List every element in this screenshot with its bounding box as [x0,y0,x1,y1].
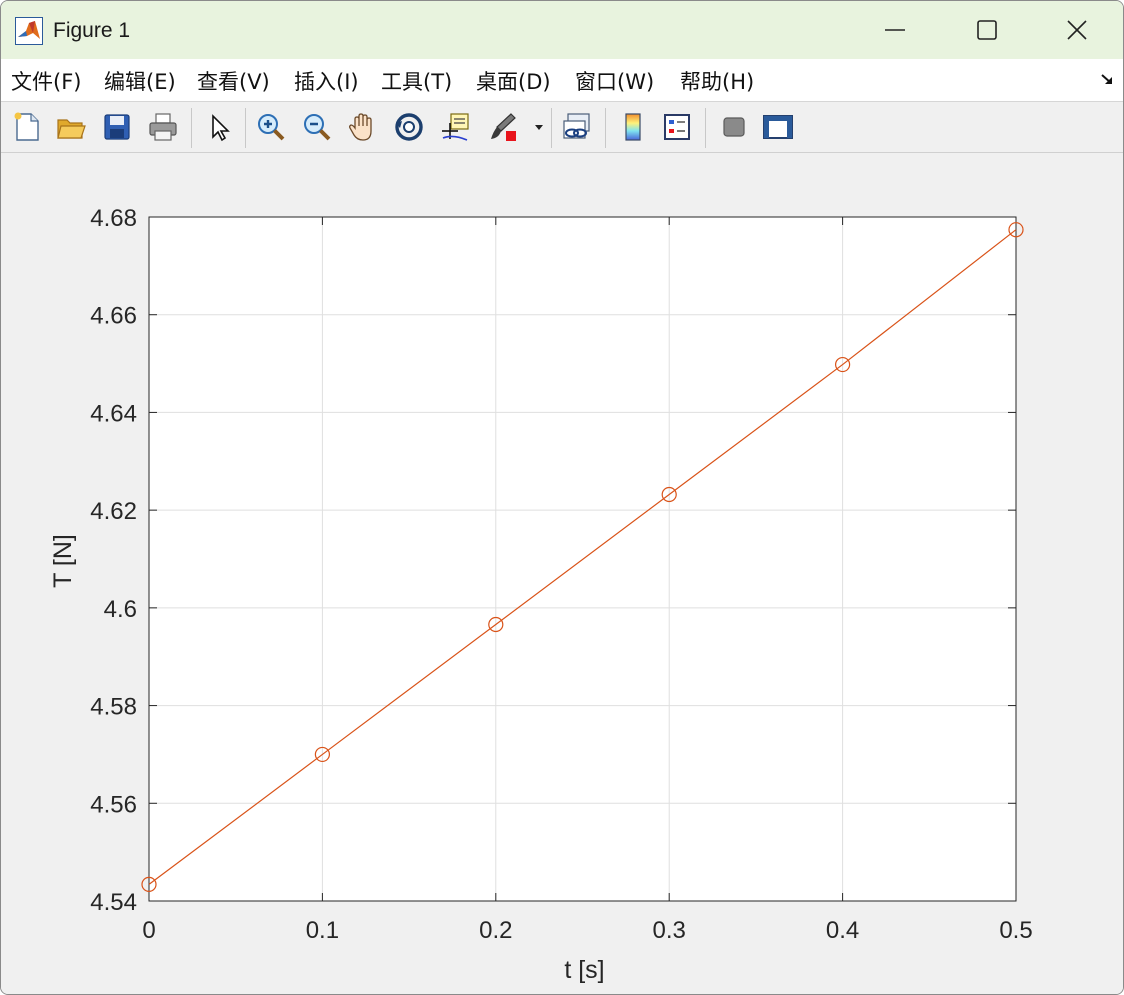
window-title: Figure 1 [53,19,131,42]
zoom-in-icon [258,114,285,141]
menu-desktop[interactable]: 桌面(D) [476,66,551,96]
menu-tools[interactable]: 工具(T) [381,66,452,96]
y-tick-label: 4.56 [90,791,137,818]
x-tick-label: 0 [142,917,155,944]
open-file-button[interactable] [53,109,89,145]
select-button[interactable] [201,109,237,145]
x-axis-label: t [s] [564,956,604,984]
menu-help[interactable]: 帮助(H) [680,66,754,96]
brush-button[interactable] [485,109,521,145]
hide-plot-tools-button[interactable] [715,109,751,145]
maximize-button[interactable] [941,1,1033,59]
y-tick-label: 4.62 [90,498,137,525]
figure-canvas: 0 0.1 0.2 0.3 0.4 0.5 4.54 4.56 4.58 4.6 4.62 4.64 4… [1,153,1123,994]
minimize-button[interactable] [849,1,941,59]
show-plot-tools-button[interactable] [759,109,795,145]
pan-hand-icon [349,113,372,141]
x-tick-label: 0.1 [306,917,339,944]
x-tick-label: 0.5 [999,917,1032,944]
legend-button[interactable] [659,109,695,145]
save-icon [104,114,130,140]
colorbar-icon [625,113,641,141]
show-plot-tools-icon [763,115,793,139]
zoom-out-button[interactable] [299,109,335,145]
line-chart[interactable]: 0 0.1 0.2 0.3 0.4 0.5 4.54 4.56 4.58 4.6 4.62 4.64 4… [1,153,1123,994]
colorbar-button[interactable] [615,109,651,145]
select-arrow-icon [212,114,230,142]
menu-window[interactable]: 窗口(W) [575,66,654,96]
print-button[interactable] [145,109,181,145]
print-icon [149,113,177,141]
toolbar-separator [605,108,606,148]
y-tick-label: 4.66 [90,303,137,330]
menu-bar: 文件(F) 编辑(E) 查看(V) 插入(I) 工具(T) 桌面(D) 窗口(W… [1,59,1123,102]
dock-arrow-icon[interactable] [1099,71,1115,87]
new-figure-button[interactable] [9,109,45,145]
menu-edit[interactable]: 编辑(E) [104,66,176,96]
maximize-icon [977,20,997,40]
close-button[interactable] [1031,1,1123,59]
save-button[interactable] [99,109,135,145]
brush-icon [491,113,516,141]
close-icon [1067,20,1087,40]
menu-view[interactable]: 查看(V) [197,66,270,96]
y-tick-label: 4.68 [90,205,137,232]
hide-plot-tools-icon [723,117,745,137]
zoom-in-button[interactable] [253,109,289,145]
pan-button[interactable] [345,109,381,145]
title-bar[interactable]: Figure 1 [1,1,1123,59]
x-tick-label: 0.3 [653,917,686,944]
new-figure-icon [14,112,39,141]
y-tick-label: 4.58 [90,694,137,721]
y-axis-label: T [N] [49,534,77,588]
link-plot-button[interactable] [559,109,595,145]
toolbar-separator [191,108,192,148]
open-file-icon [57,119,86,139]
zoom-out-icon [304,114,331,141]
brush-dropdown-icon[interactable] [533,122,545,132]
toolbar-separator [551,108,552,148]
figure-toolbar [1,102,1123,153]
rotate-3d-icon [395,113,423,141]
matlab-logo-icon [15,17,43,45]
y-tick-label: 4.54 [90,889,137,916]
menu-insert[interactable]: 插入(I) [294,66,359,96]
y-tick-label: 4.64 [90,400,137,427]
data-cursor-icon [442,113,469,141]
y-tick-label: 4.6 [104,596,137,623]
x-tick-label: 0.4 [826,917,859,944]
menu-file[interactable]: 文件(F) [11,66,81,96]
link-plot-icon [563,113,590,139]
toolbar-separator [705,108,706,148]
figure-window: Figure 1 文件(F) 编辑(E) 查看(V) 插入(I) 工具(T) 桌… [0,0,1124,995]
toolbar-separator [245,108,246,148]
minimize-icon [885,29,905,31]
rotate-button[interactable] [391,109,427,145]
x-tick-label: 0.2 [479,917,512,944]
data-cursor-button[interactable] [437,109,473,145]
legend-icon [664,114,690,140]
